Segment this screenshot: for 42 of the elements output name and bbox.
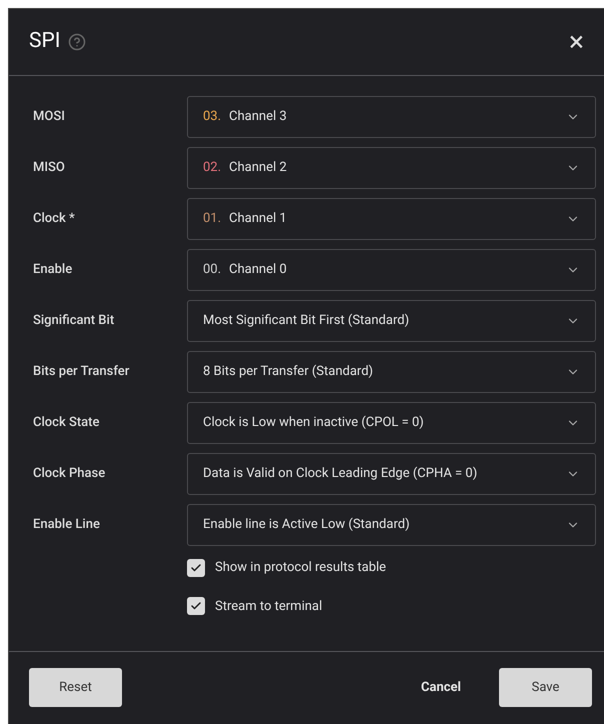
- checkbox[interactable]: [187, 597, 205, 616]
- dropdown[interactable]: 01. Channel 1: [187, 198, 596, 240]
- save-button[interactable]: Save: [499, 668, 592, 707]
- channel-name: Channel 2: [229, 159, 288, 178]
- cancel-button[interactable]: Cancel: [421, 678, 461, 698]
- channel-number: 02.: [203, 159, 222, 178]
- field-label: Bits per Transfer: [33, 363, 130, 382]
- dropdown[interactable]: Data is Valid on Clock Leading Edge (CPHA = 0): [187, 453, 596, 495]
- dropdown[interactable]: 8 Bits per Transfer (Standard): [187, 351, 596, 393]
- field-label: Significant Bit: [33, 312, 116, 330]
- dropdown[interactable]: Enable line is Active Low (Standard): [187, 504, 596, 546]
- channel-number: 00.: [203, 261, 222, 280]
- dropdown[interactable]: 02. Channel 2: [187, 147, 596, 189]
- field-label: MISO: [33, 159, 66, 178]
- channel-number: 01.: [203, 210, 222, 228]
- dropdown[interactable]: 03. Channel 3: [187, 96, 596, 138]
- option-value: Clock is Low when inactive (CPOL = 0): [203, 414, 425, 432]
- field-label: Clock State: [33, 414, 100, 432]
- field-label: Enable Line: [33, 516, 101, 534]
- reset-button[interactable]: Reset: [29, 668, 122, 707]
- field-label: Clock *: [33, 210, 76, 228]
- channel-name: Channel 0: [229, 261, 288, 280]
- field-label: MOSI: [33, 108, 66, 126]
- dropdown[interactable]: Most Significant Bit First (Standard): [187, 300, 596, 342]
- option-value: Data is Valid on Clock Leading Edge (CPHA = 0): [203, 465, 478, 484]
- channel-number: 03.: [203, 108, 222, 126]
- checkbox-label: Show in protocol results table: [215, 559, 386, 577]
- option-value: 8 Bits per Transfer (Standard): [203, 363, 374, 382]
- option-value: Enable line is Active Low (Standard): [203, 516, 411, 534]
- dialog-title: SPI: [29, 28, 60, 56]
- channel-name: Channel 1: [229, 210, 288, 228]
- help-icon[interactable]: [68, 33, 86, 51]
- field-label: Clock Phase: [33, 465, 106, 484]
- dropdown[interactable]: 00. Channel 0: [187, 249, 596, 291]
- checkbox-label: Stream to terminal: [215, 598, 322, 616]
- checkbox[interactable]: [187, 558, 205, 577]
- field-label: Enable: [33, 261, 74, 280]
- close-button[interactable]: ×: [569, 28, 584, 56]
- check-icon: [190, 562, 202, 574]
- option-value: Most Significant Bit First (Standard): [203, 312, 410, 330]
- dropdown[interactable]: Clock is Low when inactive (CPOL = 0): [187, 402, 596, 444]
- channel-name: Channel 3: [229, 108, 288, 126]
